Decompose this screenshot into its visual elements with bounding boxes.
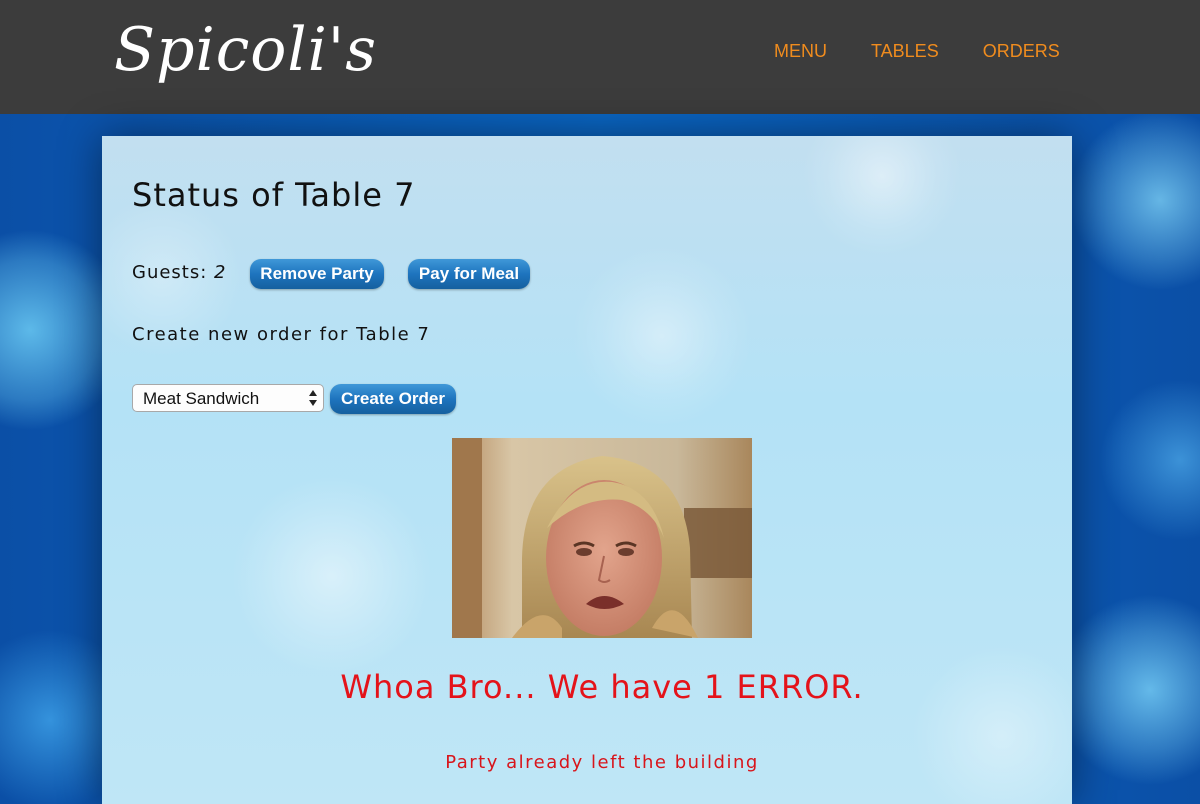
table-status-panel: Status of Table 7 Guests: 2 Remove Party… <box>102 136 1072 804</box>
main-nav: MENU TABLES ORDERS <box>774 40 1060 62</box>
site-logo[interactable]: Spicoli's <box>114 2 377 98</box>
create-order-button[interactable]: Create Order <box>330 384 456 414</box>
site-header: Spicoli's MENU TABLES ORDERS <box>0 0 1200 114</box>
nav-item-tables[interactable]: TABLES <box>871 40 939 62</box>
pay-for-meal-button[interactable]: Pay for Meal <box>408 259 530 289</box>
crying-surfer-illustration <box>452 438 752 638</box>
create-order-heading: Create new order for Table 7 <box>132 324 431 345</box>
error-title: Whoa Bro... We have 1 ERROR. <box>340 668 864 706</box>
guests-label: Guests: <box>132 262 208 283</box>
guests-info: Guests: 2 <box>132 262 227 283</box>
crying-surfer-photo <box>452 438 752 638</box>
menu-item-select[interactable]: Meat Sandwich <box>132 384 324 412</box>
page-title: Status of Table 7 <box>132 176 416 214</box>
error-message: Party already left the building <box>445 752 759 773</box>
nav-item-menu[interactable]: MENU <box>774 40 827 62</box>
menu-item-select-value: Meat Sandwich <box>143 389 260 408</box>
nav-item-orders[interactable]: ORDERS <box>983 40 1060 62</box>
guests-count: 2 <box>214 262 227 283</box>
remove-party-button[interactable]: Remove Party <box>250 259 384 289</box>
select-arrows-icon <box>309 390 317 406</box>
